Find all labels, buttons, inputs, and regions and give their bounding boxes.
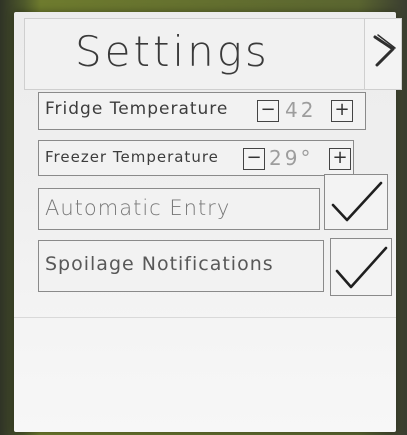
fridge-temperature-stepper: − 42 + [257,98,361,123]
automatic-entry-checkbox[interactable] [324,174,388,230]
fridge-temperature-row: Fridge Temperature − 42 + [38,92,366,130]
spoilage-notifications-label: Spoilage Notifications [45,253,274,275]
next-button[interactable] [364,18,402,90]
fridge-temperature-label: Fridge Temperature [45,99,229,119]
automatic-entry-label: Automatic Entry [45,196,231,220]
settings-screen: Settings Fridge Temperature − 42 + Freez… [14,12,402,432]
freezer-increase-button[interactable]: + [329,148,351,170]
freezer-temperature-stepper: − 29° + [243,146,353,171]
checkmark-icon [331,181,383,222]
spoilage-notifications-checkbox[interactable] [330,238,392,296]
freezer-decrease-button[interactable]: − [243,148,265,170]
fridge-increase-button[interactable]: + [331,100,353,122]
page-title: Settings [75,27,270,76]
fridge-temperature-value: 42 [285,98,317,122]
automatic-entry-row[interactable]: Automatic Entry [38,188,320,230]
freezer-temperature-value: 29° [269,146,314,170]
fridge-decrease-button[interactable]: − [257,100,279,122]
spoilage-notifications-row[interactable]: Spoilage Notifications [38,240,324,292]
freezer-temperature-label: Freezer Temperature [45,148,219,166]
freezer-temperature-row: Freezer Temperature − 29° + [38,140,354,176]
chevron-right-icon [373,34,396,67]
header: Settings [24,18,366,90]
checkmark-icon [335,246,388,289]
